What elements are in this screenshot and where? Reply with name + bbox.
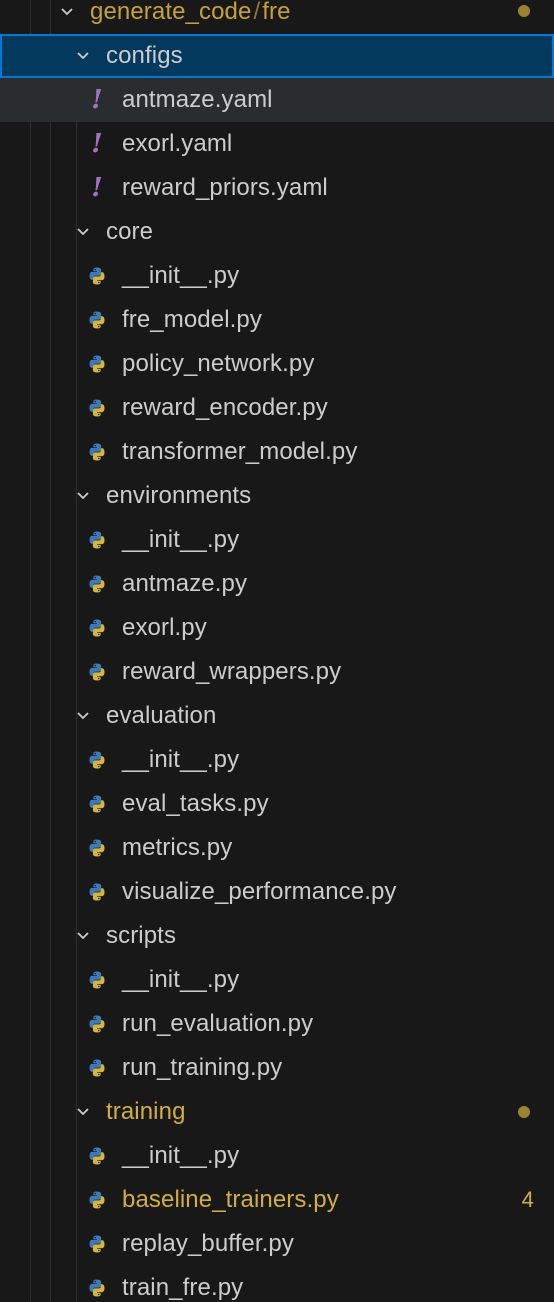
file-label: __init__.py (122, 966, 240, 993)
tree-file-core-transformer-model-py[interactable]: transformer_model.py (0, 430, 554, 474)
tree-folder-environments[interactable]: environments (0, 474, 554, 518)
folder-path-label: generate_code/fre (90, 0, 291, 26)
python-icon (86, 616, 108, 640)
python-icon (86, 1012, 108, 1036)
python-icon (86, 1232, 108, 1256)
tree-folder-training[interactable]: training (0, 1090, 554, 1134)
file-label: run_training.py (122, 1054, 283, 1081)
file-label: reward_encoder.py (122, 394, 328, 421)
python-icon (86, 880, 108, 904)
file-label: transformer_model.py (122, 438, 358, 465)
modified-dot-icon (518, 5, 530, 17)
python-icon (86, 1056, 108, 1080)
tree-file-evaluation-metrics-py[interactable]: metrics.py (0, 826, 554, 870)
file-label: reward_wrappers.py (122, 658, 342, 685)
problems-count-badge: 4 (521, 1187, 534, 1212)
file-label: __init__.py (122, 526, 240, 553)
python-icon (86, 1276, 108, 1300)
python-icon (86, 836, 108, 860)
tree-file-configs-reward-priors-yaml[interactable]: ! reward_priors.yaml (0, 166, 554, 210)
python-icon (86, 352, 108, 376)
tree-file-core-reward-encoder-py[interactable]: reward_encoder.py (0, 386, 554, 430)
tree-file-training-baseline-trainers-py[interactable]: baseline_trainers.py 4 (0, 1178, 554, 1222)
tree-file-training-init-py[interactable]: __init__.py (0, 1134, 554, 1178)
chevron-down-icon[interactable] (76, 929, 90, 943)
python-icon (86, 968, 108, 992)
tree-folder-scripts[interactable]: scripts (0, 914, 554, 958)
tree-file-environments-antmaze-py[interactable]: antmaze.py (0, 562, 554, 606)
chevron-down-icon[interactable] (76, 49, 90, 63)
chevron-down-icon[interactable] (76, 225, 90, 239)
tree-file-configs-antmaze-yaml[interactable]: ! antmaze.yaml (0, 78, 554, 122)
yaml-icon: ! (91, 173, 103, 203)
python-icon (86, 660, 108, 684)
yaml-icon: ! (91, 129, 103, 159)
path-segment-fre[interactable]: fre (262, 0, 290, 25)
python-icon (86, 264, 108, 288)
python-icon (86, 572, 108, 596)
tree-file-environments-exorl-py[interactable]: exorl.py (0, 606, 554, 650)
python-icon (86, 792, 108, 816)
tree-file-scripts-run-training-py[interactable]: run_training.py (0, 1046, 554, 1090)
tree-file-core-policy-network-py[interactable]: policy_network.py (0, 342, 554, 386)
python-icon (86, 528, 108, 552)
tree-file-scripts-run-evaluation-py[interactable]: run_evaluation.py (0, 1002, 554, 1046)
folder-label: core (106, 218, 154, 245)
file-label: replay_buffer.py (122, 1230, 294, 1257)
path-segment-generate-code[interactable]: generate_code (90, 0, 251, 25)
file-label: exorl.yaml (122, 130, 233, 157)
folder-label: evaluation (106, 702, 217, 729)
file-label: antmaze.py (122, 570, 248, 597)
python-icon (86, 440, 108, 464)
tree-file-environments-init-py[interactable]: __init__.py (0, 518, 554, 562)
file-label: eval_tasks.py (122, 790, 269, 817)
file-label: policy_network.py (122, 350, 315, 377)
tree-folder-configs[interactable]: configs (0, 34, 554, 78)
chevron-down-icon[interactable] (76, 1105, 90, 1119)
folder-label: scripts (106, 922, 177, 949)
yaml-icon: ! (91, 85, 103, 115)
python-icon (86, 308, 108, 332)
tree-file-training-replay-buffer-py[interactable]: replay_buffer.py (0, 1222, 554, 1266)
path-separator: / (253, 0, 261, 25)
file-label: exorl.py (122, 614, 207, 641)
tree-file-scripts-init-py[interactable]: __init__.py (0, 958, 554, 1002)
tree-folder-core[interactable]: core (0, 210, 554, 254)
file-label: __init__.py (122, 262, 240, 289)
python-icon (86, 396, 108, 420)
tree-folder-evaluation[interactable]: evaluation (0, 694, 554, 738)
tree-file-core-fre-model-py[interactable]: fre_model.py (0, 298, 554, 342)
file-label: run_evaluation.py (122, 1010, 314, 1037)
chevron-down-icon[interactable] (76, 709, 90, 723)
tree-file-evaluation-eval-tasks-py[interactable]: eval_tasks.py (0, 782, 554, 826)
tree-file-evaluation-init-py[interactable]: __init__.py (0, 738, 554, 782)
folder-label: training (106, 1098, 186, 1125)
tree-file-environments-reward-wrappers-py[interactable]: reward_wrappers.py (0, 650, 554, 694)
file-label: fre_model.py (122, 306, 262, 333)
file-label: train_fre.py (122, 1274, 244, 1301)
python-icon (86, 748, 108, 772)
tree-file-evaluation-visualize-performance-py[interactable]: visualize_performance.py (0, 870, 554, 914)
tree-file-training-train-fre-py[interactable]: train_fre.py (0, 1266, 554, 1302)
tree-file-core-init-py[interactable]: __init__.py (0, 254, 554, 298)
file-label: __init__.py (122, 746, 240, 773)
file-label: antmaze.yaml (122, 86, 273, 113)
folder-label: environments (106, 482, 252, 509)
folder-label: configs (106, 42, 183, 69)
file-explorer-tree: generate_code/fre configs! antmaze.yaml! e… (0, 0, 554, 1302)
file-label: reward_priors.yaml (122, 174, 328, 201)
tree-folder-generate-code-fre[interactable]: generate_code/fre (0, 0, 554, 34)
chevron-down-icon[interactable] (76, 489, 90, 503)
file-label: visualize_performance.py (122, 878, 397, 905)
chevron-down-icon[interactable] (60, 5, 74, 19)
file-label: baseline_trainers.py (122, 1186, 339, 1213)
modified-dot-icon (518, 1106, 530, 1118)
tree-file-configs-exorl-yaml[interactable]: ! exorl.yaml (0, 122, 554, 166)
file-label: metrics.py (122, 834, 233, 861)
python-icon (86, 1188, 108, 1212)
python-icon (86, 1144, 108, 1168)
file-label: __init__.py (122, 1142, 240, 1169)
